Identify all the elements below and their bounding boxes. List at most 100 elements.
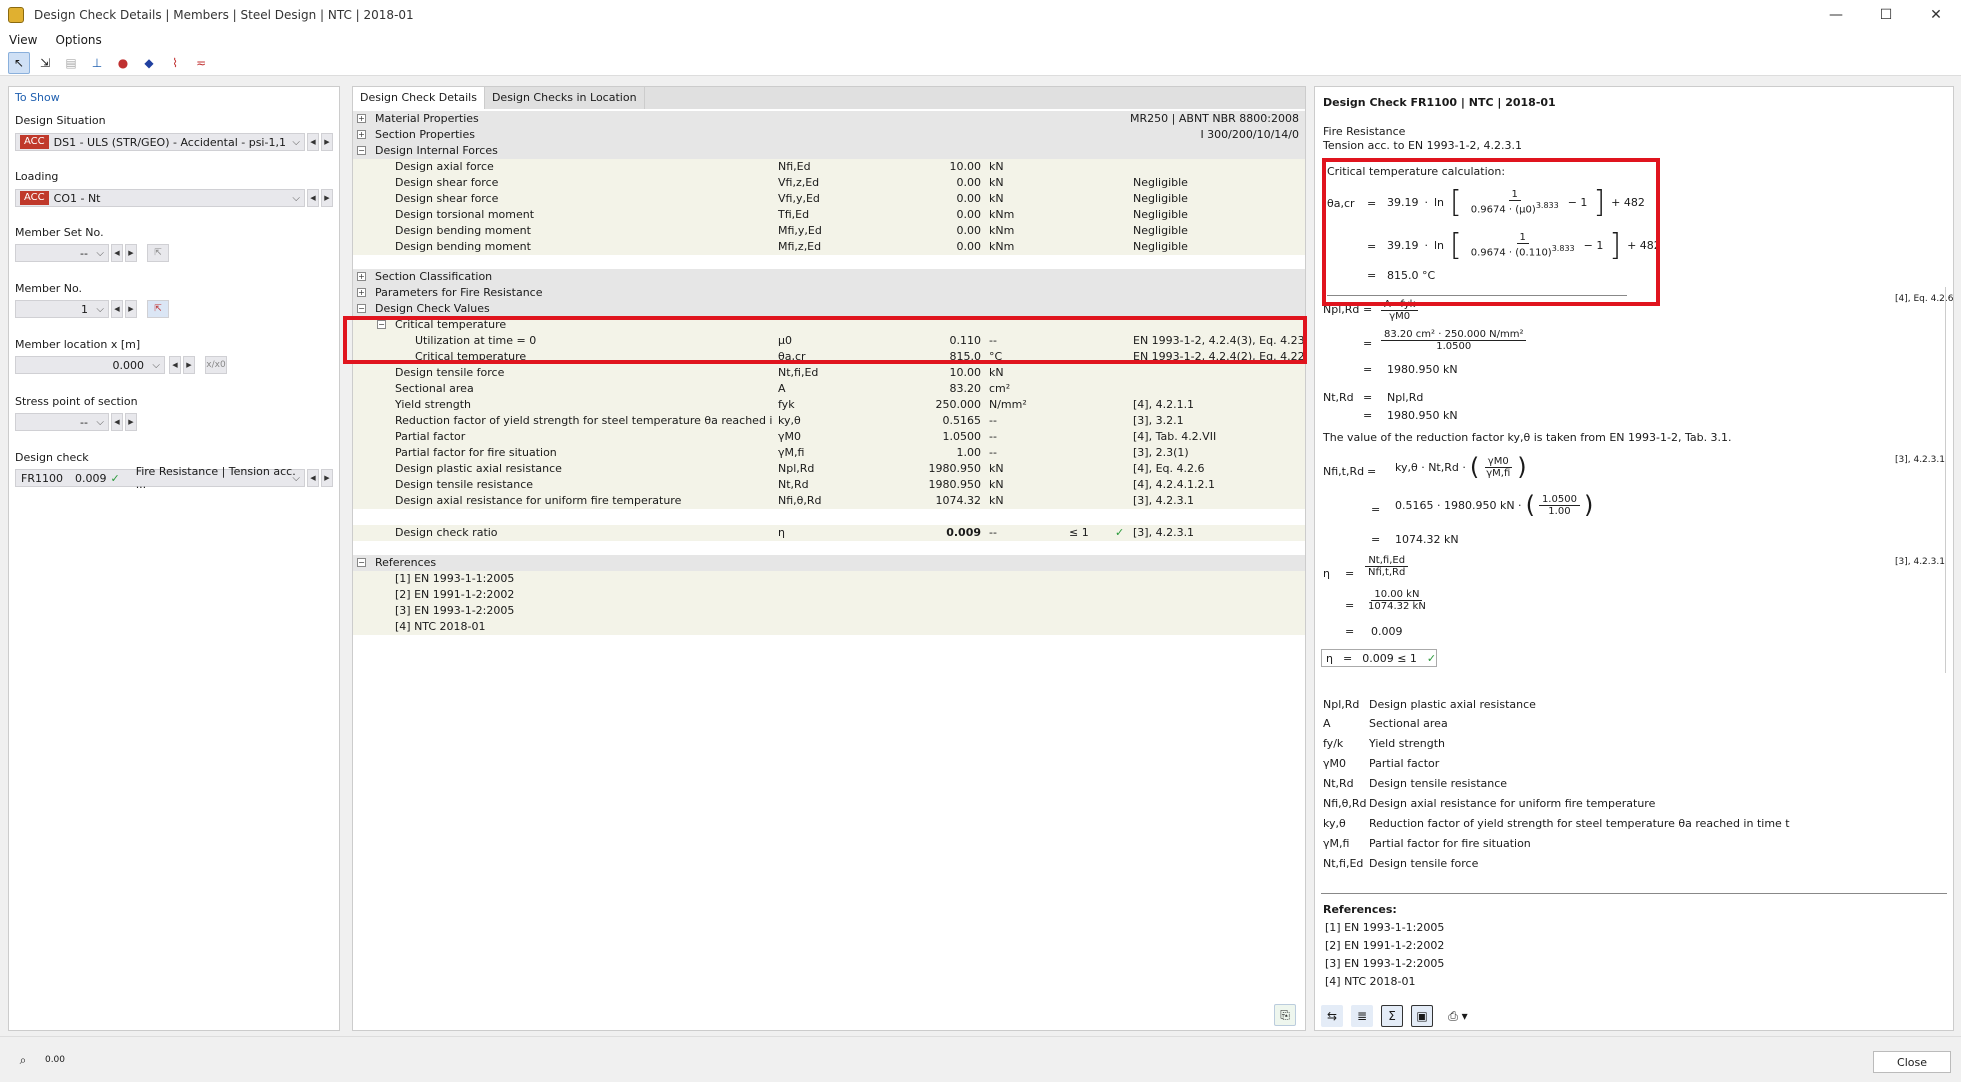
table-row[interactable]: Yield strength fyk 250.000 N/mm² [4], 4.… xyxy=(353,397,1305,413)
design-check-select[interactable]: FR1100 0.009 ✓ Fire Resistance | Tension… xyxy=(15,465,305,491)
to-show-heading: To Show xyxy=(15,91,60,104)
next-arrow-icon[interactable]: ▶ xyxy=(125,244,137,262)
row-unit: -- xyxy=(989,526,997,539)
diagram-icon[interactable]: ⌇ xyxy=(164,52,186,74)
collapse-icon[interactable]: − xyxy=(357,558,366,567)
table-row[interactable]: Design bending moment Mfi,y,Ed 0.00 kNm … xyxy=(353,223,1305,239)
section-icon[interactable]: ≂ xyxy=(190,52,212,74)
design-check-ratio: 0.009 xyxy=(74,471,107,485)
next-arrow-icon[interactable]: ▶ xyxy=(321,189,333,207)
list-item[interactable]: [3] EN 1993-1-2:2005 xyxy=(353,603,1305,619)
settings-icon[interactable]: ⇆ xyxy=(1321,1005,1343,1027)
next-arrow-icon[interactable]: ▶ xyxy=(183,356,195,374)
prev-arrow-icon[interactable]: ◀ xyxy=(111,300,123,318)
tab-design-check-details[interactable]: Design Check Details xyxy=(353,87,485,109)
design-check-ratio-row[interactable]: Design check ratio η 0.009 -- ≤ 1 ✓ [3],… xyxy=(353,525,1305,541)
next-arrow-icon[interactable]: ▶ xyxy=(125,413,137,431)
row-symbol: Vfi,z,Ed xyxy=(778,176,820,189)
export-icon[interactable]: ⎘ xyxy=(1274,1004,1296,1026)
expand-icon[interactable]: + xyxy=(357,130,366,139)
expand-icon[interactable]: + xyxy=(357,272,366,281)
next-arrow-icon[interactable]: ▶ xyxy=(321,133,333,151)
prev-arrow-icon[interactable]: ◀ xyxy=(307,133,319,151)
select-member-icon[interactable]: ⇲ xyxy=(34,52,56,74)
list-item[interactable]: [1] EN 1993-1-1:2005 xyxy=(353,571,1305,587)
row-desc: Sectional area xyxy=(395,382,474,395)
list-item[interactable]: [2] EN 1991-1-2:2002 xyxy=(353,587,1305,603)
section-label: Design Internal Forces xyxy=(375,144,498,157)
member-set-select[interactable]: -- ⌵ xyxy=(15,244,109,262)
row-desc: Partial factor for fire situation xyxy=(395,446,557,459)
prev-arrow-icon[interactable]: ◀ xyxy=(111,413,123,431)
expand-icon[interactable]: + xyxy=(357,288,366,297)
view-icon[interactable]: ▤ xyxy=(60,52,82,74)
table-row[interactable]: Partial factor for fire situation γM,fi … xyxy=(353,445,1305,461)
colors-icon[interactable]: ● xyxy=(112,52,134,74)
zoom-icon[interactable]: ⌕ xyxy=(12,1049,34,1071)
ntrd-result: 1980.950 kN xyxy=(1387,409,1458,422)
formula-icon[interactable]: Σ xyxy=(1381,1005,1403,1027)
next-arrow-icon[interactable]: ▶ xyxy=(321,469,333,487)
expand-icon[interactable]: + xyxy=(357,114,366,123)
menu-options[interactable]: Options xyxy=(46,33,110,47)
table-row[interactable]: Design bending moment Mfi,z,Ed 0.00 kNm … xyxy=(353,239,1305,255)
table-row[interactable]: Design tensile resistance Nt,Rd 1980.950… xyxy=(353,477,1305,493)
info-icon[interactable]: ◆ xyxy=(138,52,160,74)
units-icon[interactable]: 0.00 xyxy=(44,1049,66,1071)
menu-view[interactable]: View xyxy=(0,33,46,47)
close-button[interactable]: Close xyxy=(1873,1051,1951,1073)
prev-arrow-icon[interactable]: ◀ xyxy=(307,469,319,487)
section-design-check-values[interactable]: − Design Check Values xyxy=(353,301,1305,317)
table-row[interactable]: Design torsional moment Tfi,Ed 0.00 kNm … xyxy=(353,207,1305,223)
table-row[interactable]: Sectional area A 83.20 cm² xyxy=(353,381,1305,397)
list-icon[interactable]: ≣ xyxy=(1351,1005,1373,1027)
table-row[interactable]: Design axial force Nfi,Ed 10.00 kN xyxy=(353,159,1305,175)
section-design-internal-forces[interactable]: − Design Internal Forces xyxy=(353,143,1305,159)
eq-equals: = xyxy=(1363,363,1373,376)
section-references[interactable]: − References xyxy=(353,555,1305,571)
prev-arrow-icon[interactable]: ◀ xyxy=(111,244,123,262)
prev-arrow-icon[interactable]: ◀ xyxy=(169,356,181,374)
eq-fraction: γM0 γM,fi xyxy=(1483,456,1513,479)
collapse-icon[interactable]: − xyxy=(357,304,366,313)
maximize-icon[interactable]: ☐ xyxy=(1861,0,1911,30)
stress-point-select[interactable]: -- ⌵ xyxy=(15,413,109,431)
section-fire-parameters[interactable]: + Parameters for Fire Resistance xyxy=(353,285,1305,301)
reference-text: [2] EN 1991-1-2:2002 xyxy=(1325,939,1445,952)
member-no-select[interactable]: 1 ⌵ xyxy=(15,300,109,318)
location-select[interactable]: 0.000 ⌵ xyxy=(15,356,165,374)
table-row[interactable]: Design shear force Vfi,y,Ed 0.00 kN Negl… xyxy=(353,191,1305,207)
pick-member-set-icon[interactable]: ⇱ xyxy=(147,244,169,262)
row-value: 0.00 xyxy=(956,224,982,237)
table-row[interactable]: Reduction factor of yield strength for s… xyxy=(353,413,1305,429)
pick-member-icon[interactable]: ⇱ xyxy=(147,300,169,318)
row-unit: kN xyxy=(989,160,1004,173)
print-icon[interactable]: ⎙ ▾ xyxy=(1441,1005,1475,1027)
loading-select[interactable]: ACC CO1 - Nt ⌵ xyxy=(15,189,305,207)
prev-arrow-icon[interactable]: ◀ xyxy=(307,189,319,207)
collapse-icon[interactable]: − xyxy=(357,146,366,155)
row-desc: Design tensile force xyxy=(395,366,505,379)
next-arrow-icon[interactable]: ▶ xyxy=(125,300,137,318)
table-row[interactable]: Partial factor γM0 1.0500 -- [4], Tab. 4… xyxy=(353,429,1305,445)
member-icon[interactable]: ⊥ xyxy=(86,52,108,74)
table-row[interactable]: Design tensile force Nt,fi,Ed 10.00 kN xyxy=(353,365,1305,381)
table-row[interactable]: Design axial resistance for uniform fire… xyxy=(353,493,1305,509)
table-row[interactable]: Design plastic axial resistance Npl,Rd 1… xyxy=(353,461,1305,477)
section-material-properties[interactable]: + Material Properties MR250 | ABNT NBR 8… xyxy=(353,111,1305,127)
section-classification[interactable]: + Section Classification xyxy=(353,269,1305,285)
to-show-panel: To Show Design Situation ACC DS1 - ULS (… xyxy=(8,86,340,1031)
page-icon[interactable]: ▣ xyxy=(1411,1005,1433,1027)
reference-text: [1] EN 1993-1-1:2005 xyxy=(1325,921,1445,934)
minimize-icon[interactable]: — xyxy=(1811,0,1861,30)
close-icon[interactable]: ✕ xyxy=(1911,0,1961,30)
row-unit: -- xyxy=(989,446,997,459)
design-situation-select[interactable]: ACC DS1 - ULS (STR/GEO) - Accidental - p… xyxy=(15,133,305,151)
relative-location-button[interactable]: x/x0 xyxy=(205,356,227,374)
table-row[interactable]: Design shear force Vfi,z,Ed 0.00 kN Negl… xyxy=(353,175,1305,191)
list-item[interactable]: [4] NTC 2018-01 xyxy=(353,619,1305,635)
select-arrow-icon[interactable]: ↖ xyxy=(8,51,30,74)
tab-design-checks-in-location[interactable]: Design Checks in Location xyxy=(485,87,645,109)
section-section-properties[interactable]: + Section Properties I 300/200/10/14/0 xyxy=(353,127,1305,143)
row-value: 0.00 xyxy=(956,240,982,253)
